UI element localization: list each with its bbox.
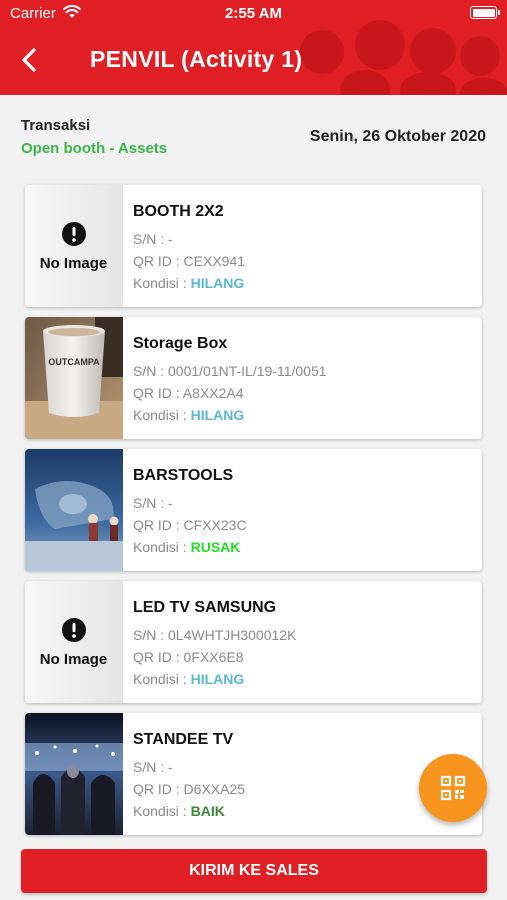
asset-thumbnail: [25, 449, 123, 571]
asset-list[interactable]: No Image BOOTH 2X2 S/N : - QR ID : CEXX9…: [0, 175, 507, 840]
asset-serial: S/N : 0001/01NT-IL/19-11/0051: [133, 363, 327, 379]
asset-thumbnail: OUTCAMPA: [25, 317, 123, 439]
cup-photo: OUTCAMPA: [25, 317, 123, 439]
asset-card[interactable]: No Image LED TV SAMSUNG S/N : 0L4WHTJH30…: [25, 581, 482, 703]
no-image-label: No Image: [39, 254, 108, 272]
status-bar: Carrier 2:55 AM: [0, 0, 507, 28]
header-pattern: [460, 36, 500, 76]
asset-condition: Kondisi : BAIK: [133, 800, 245, 822]
back-button[interactable]: [14, 44, 44, 76]
asset-condition: Kondisi : HILANG: [133, 404, 327, 426]
asset-name: Storage Box: [133, 335, 228, 352]
condition-status: BAIK: [190, 803, 225, 819]
transaction-date: Senin, 26 Oktober 2020: [309, 128, 486, 145]
app-header: Carrier 2:55 AM PENVIL (Activity 1): [0, 0, 507, 95]
asset-details: LED TV SAMSUNG S/N : 0L4WHTJH300012K QR …: [133, 599, 296, 690]
no-image-label: No Image: [39, 650, 108, 668]
scan-qr-button[interactable]: [419, 754, 487, 822]
asset-qr-id: QR ID : 0FXX6E8: [133, 649, 244, 665]
asset-name: BARSTOOLS: [133, 467, 234, 484]
asset-serial: S/N : 0L4WHTJH300012K: [133, 627, 297, 643]
asset-thumbnail: No Image: [25, 581, 123, 703]
asset-serial: S/N : -: [133, 759, 173, 775]
asset-details: Storage Box S/N : 0001/01NT-IL/19-11/005…: [133, 335, 327, 426]
header-pattern: [400, 72, 456, 95]
condition-label: Kondisi :: [133, 803, 191, 819]
condition-status: HILANG: [190, 407, 245, 423]
transaction-label: Transaksi: [21, 117, 91, 134]
asset-serial: S/N : -: [133, 231, 173, 247]
asset-name: LED TV SAMSUNG: [133, 599, 277, 616]
send-to-sales-button[interactable]: KIRIM KE SALES: [21, 849, 487, 893]
asset-name: BOOTH 2X2: [133, 203, 224, 220]
transaction-info: Transaksi Open booth - Assets Senin, 26 …: [0, 95, 507, 175]
clock: 2:55 AM: [225, 5, 282, 22]
cup-print: OUTCAMPA: [48, 357, 100, 367]
condition-status: HILANG: [190, 275, 245, 291]
header-pattern: [460, 78, 507, 95]
condition-status: RUSAK: [190, 539, 241, 555]
battery-icon: [470, 6, 500, 19]
asset-thumbnail: [25, 713, 123, 835]
header-pattern: [300, 30, 344, 74]
condition-label: Kondisi :: [133, 671, 191, 687]
asset-details: STANDEE TV S/N : - QR ID : D6XXA25 Kondi…: [133, 731, 245, 822]
game-scene-photo: [25, 449, 123, 571]
asset-qr-id: QR ID : D6XXA25: [133, 781, 246, 797]
stage-photo: [25, 713, 123, 835]
asset-qr-id: QR ID : CEXX941: [133, 253, 246, 269]
asset-card[interactable]: BARSTOOLS S/N : - QR ID : CFXX23C Kondis…: [25, 449, 482, 571]
asset-thumbnail: No Image: [25, 185, 123, 307]
condition-status: HILANG: [190, 671, 245, 687]
condition-label: Kondisi :: [133, 407, 191, 423]
condition-label: Kondisi :: [133, 275, 191, 291]
alert-icon: [61, 617, 86, 642]
asset-condition: Kondisi : RUSAK: [133, 536, 247, 558]
asset-details: BOOTH 2X2 S/N : - QR ID : CEXX941 Kondis…: [133, 203, 245, 294]
asset-card[interactable]: No Image BOOTH 2X2 S/N : - QR ID : CEXX9…: [25, 185, 482, 307]
asset-qr-id: QR ID : A8XX2A4: [133, 385, 244, 401]
header-pattern: [340, 70, 390, 95]
asset-details: BARSTOOLS S/N : - QR ID : CFXX23C Kondis…: [133, 467, 247, 558]
header-pattern: [410, 28, 456, 74]
asset-qr-id: QR ID : CFXX23C: [133, 517, 247, 533]
asset-card[interactable]: STANDEE TV S/N : - QR ID : D6XXA25 Kondi…: [25, 713, 482, 835]
page-title: PENVIL (Activity 1): [90, 46, 303, 72]
alert-icon: [61, 221, 86, 246]
asset-name: STANDEE TV: [133, 731, 234, 748]
asset-condition: Kondisi : HILANG: [133, 272, 245, 294]
transaction-type: Open booth - Assets: [21, 140, 168, 157]
chevron-left-icon: [22, 48, 36, 72]
asset-condition: Kondisi : HILANG: [133, 668, 296, 690]
condition-label: Kondisi :: [133, 539, 191, 555]
qr-code-icon: [440, 775, 466, 801]
footer-bar: KIRIM KE SALES: [0, 840, 507, 900]
asset-serial: S/N : -: [133, 495, 173, 511]
asset-card[interactable]: OUTCAMPA Storage Box S/N : 0001/01NT-IL/…: [25, 317, 482, 439]
